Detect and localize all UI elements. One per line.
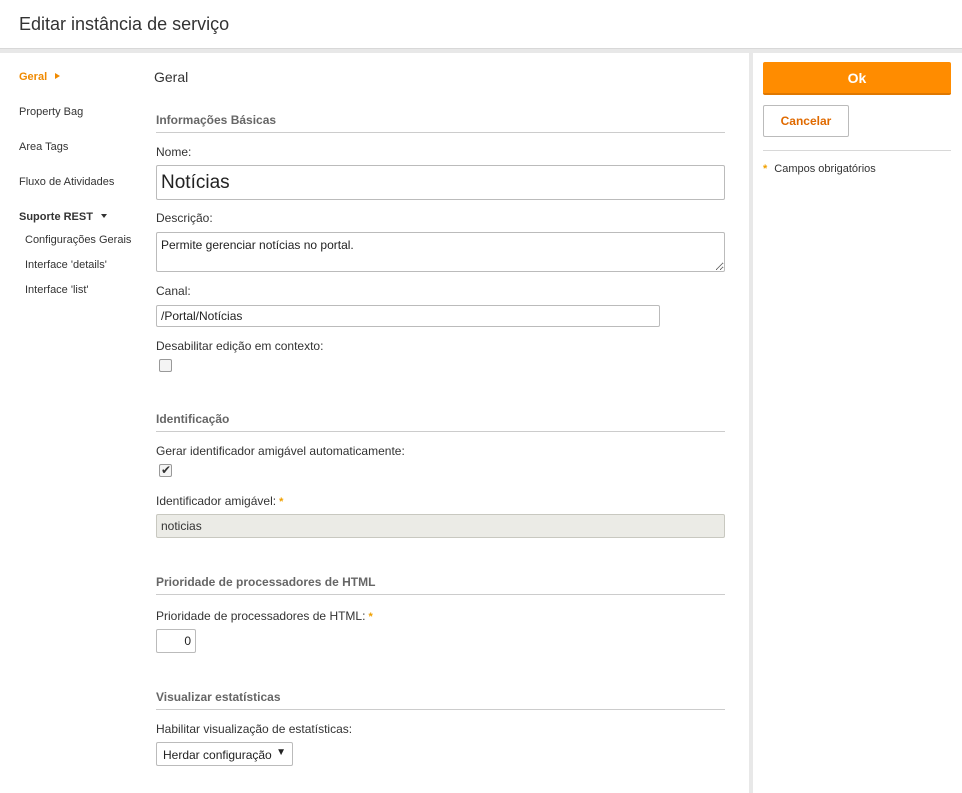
required-legend: * Campos obrigatórios	[763, 163, 876, 175]
priority-label-text: Prioridade de processadores de HTML:	[156, 609, 366, 623]
nav-subitem-interface-details[interactable]: Interface 'details'	[25, 259, 107, 271]
caret-down-icon	[100, 214, 107, 218]
nav-item-area-tags[interactable]: Area Tags	[19, 141, 68, 153]
disable-edit-label: Desabilitar edição em contexto:	[156, 339, 324, 353]
name-input[interactable]	[156, 165, 725, 200]
description-label: Descrição:	[156, 211, 213, 225]
required-asterisk-icon: *	[368, 611, 373, 623]
dialog-title: Editar instância de serviço	[19, 14, 230, 34]
name-label: Nome:	[156, 145, 192, 159]
ok-button[interactable]: Ok	[763, 62, 951, 95]
required-legend-text: Campos obrigatórios	[774, 163, 876, 175]
nav-item-property-bag[interactable]: Property Bag	[19, 106, 83, 118]
required-asterisk-icon: *	[763, 163, 768, 175]
nav-item-geral[interactable]: Geral	[19, 71, 61, 83]
auto-id-checkbox[interactable]: ✔	[159, 463, 172, 477]
disable-edit-checkbox[interactable]	[159, 359, 172, 372]
nav-item-fluxo-atividades[interactable]: Fluxo de Atividades	[19, 176, 114, 188]
priority-label: Prioridade de processadores de HTML: *	[156, 609, 373, 623]
page-title: Geral	[154, 69, 189, 85]
section-title-prioridade-html: Prioridade de processadores de HTML	[156, 575, 725, 595]
priority-input[interactable]	[156, 629, 196, 653]
title-bar: Editar instância de serviço	[0, 0, 962, 49]
nav-item-suporte-rest[interactable]: Suporte REST	[19, 211, 107, 223]
required-asterisk-icon: *	[279, 496, 284, 508]
channel-label: Canal:	[156, 284, 191, 298]
dropdown-arrow-icon: ▼	[276, 747, 286, 758]
auto-id-label: Gerar identificador amigável automaticam…	[156, 444, 405, 458]
section-title-visualizar-estatisticas: Visualizar estatísticas	[156, 690, 725, 710]
section-title-informacoes-basicas: Informações Básicas	[156, 113, 725, 133]
stats-select[interactable]: Herdar configuração ▼	[156, 742, 293, 766]
divider	[763, 150, 951, 151]
friendly-id-input: noticias	[156, 514, 725, 538]
section-title-identificacao: Identificação	[156, 412, 725, 432]
nav-item-label: Suporte REST	[19, 211, 93, 223]
cancel-button[interactable]: Cancelar	[763, 105, 849, 137]
stats-select-value: Herdar configuração	[163, 748, 272, 762]
checkmark-icon: ✔	[160, 463, 172, 477]
nav-subitem-configuracoes-gerais[interactable]: Configurações Gerais	[25, 234, 131, 246]
friendly-id-label-text: Identificador amigável:	[156, 494, 277, 508]
friendly-id-label: Identificador amigável: *	[156, 494, 283, 508]
nav-subitem-interface-list[interactable]: Interface 'list'	[25, 284, 89, 296]
nav-item-label: Geral	[19, 71, 48, 83]
description-textarea[interactable]: Permite gerenciar notícias no portal.	[156, 232, 725, 272]
actions-pane: Ok Cancelar * Campos obrigatórios	[753, 53, 962, 793]
caret-right-icon	[55, 73, 61, 79]
channel-input[interactable]	[156, 305, 660, 327]
stats-enable-label: Habilitar visualização de estatísticas:	[156, 722, 353, 736]
